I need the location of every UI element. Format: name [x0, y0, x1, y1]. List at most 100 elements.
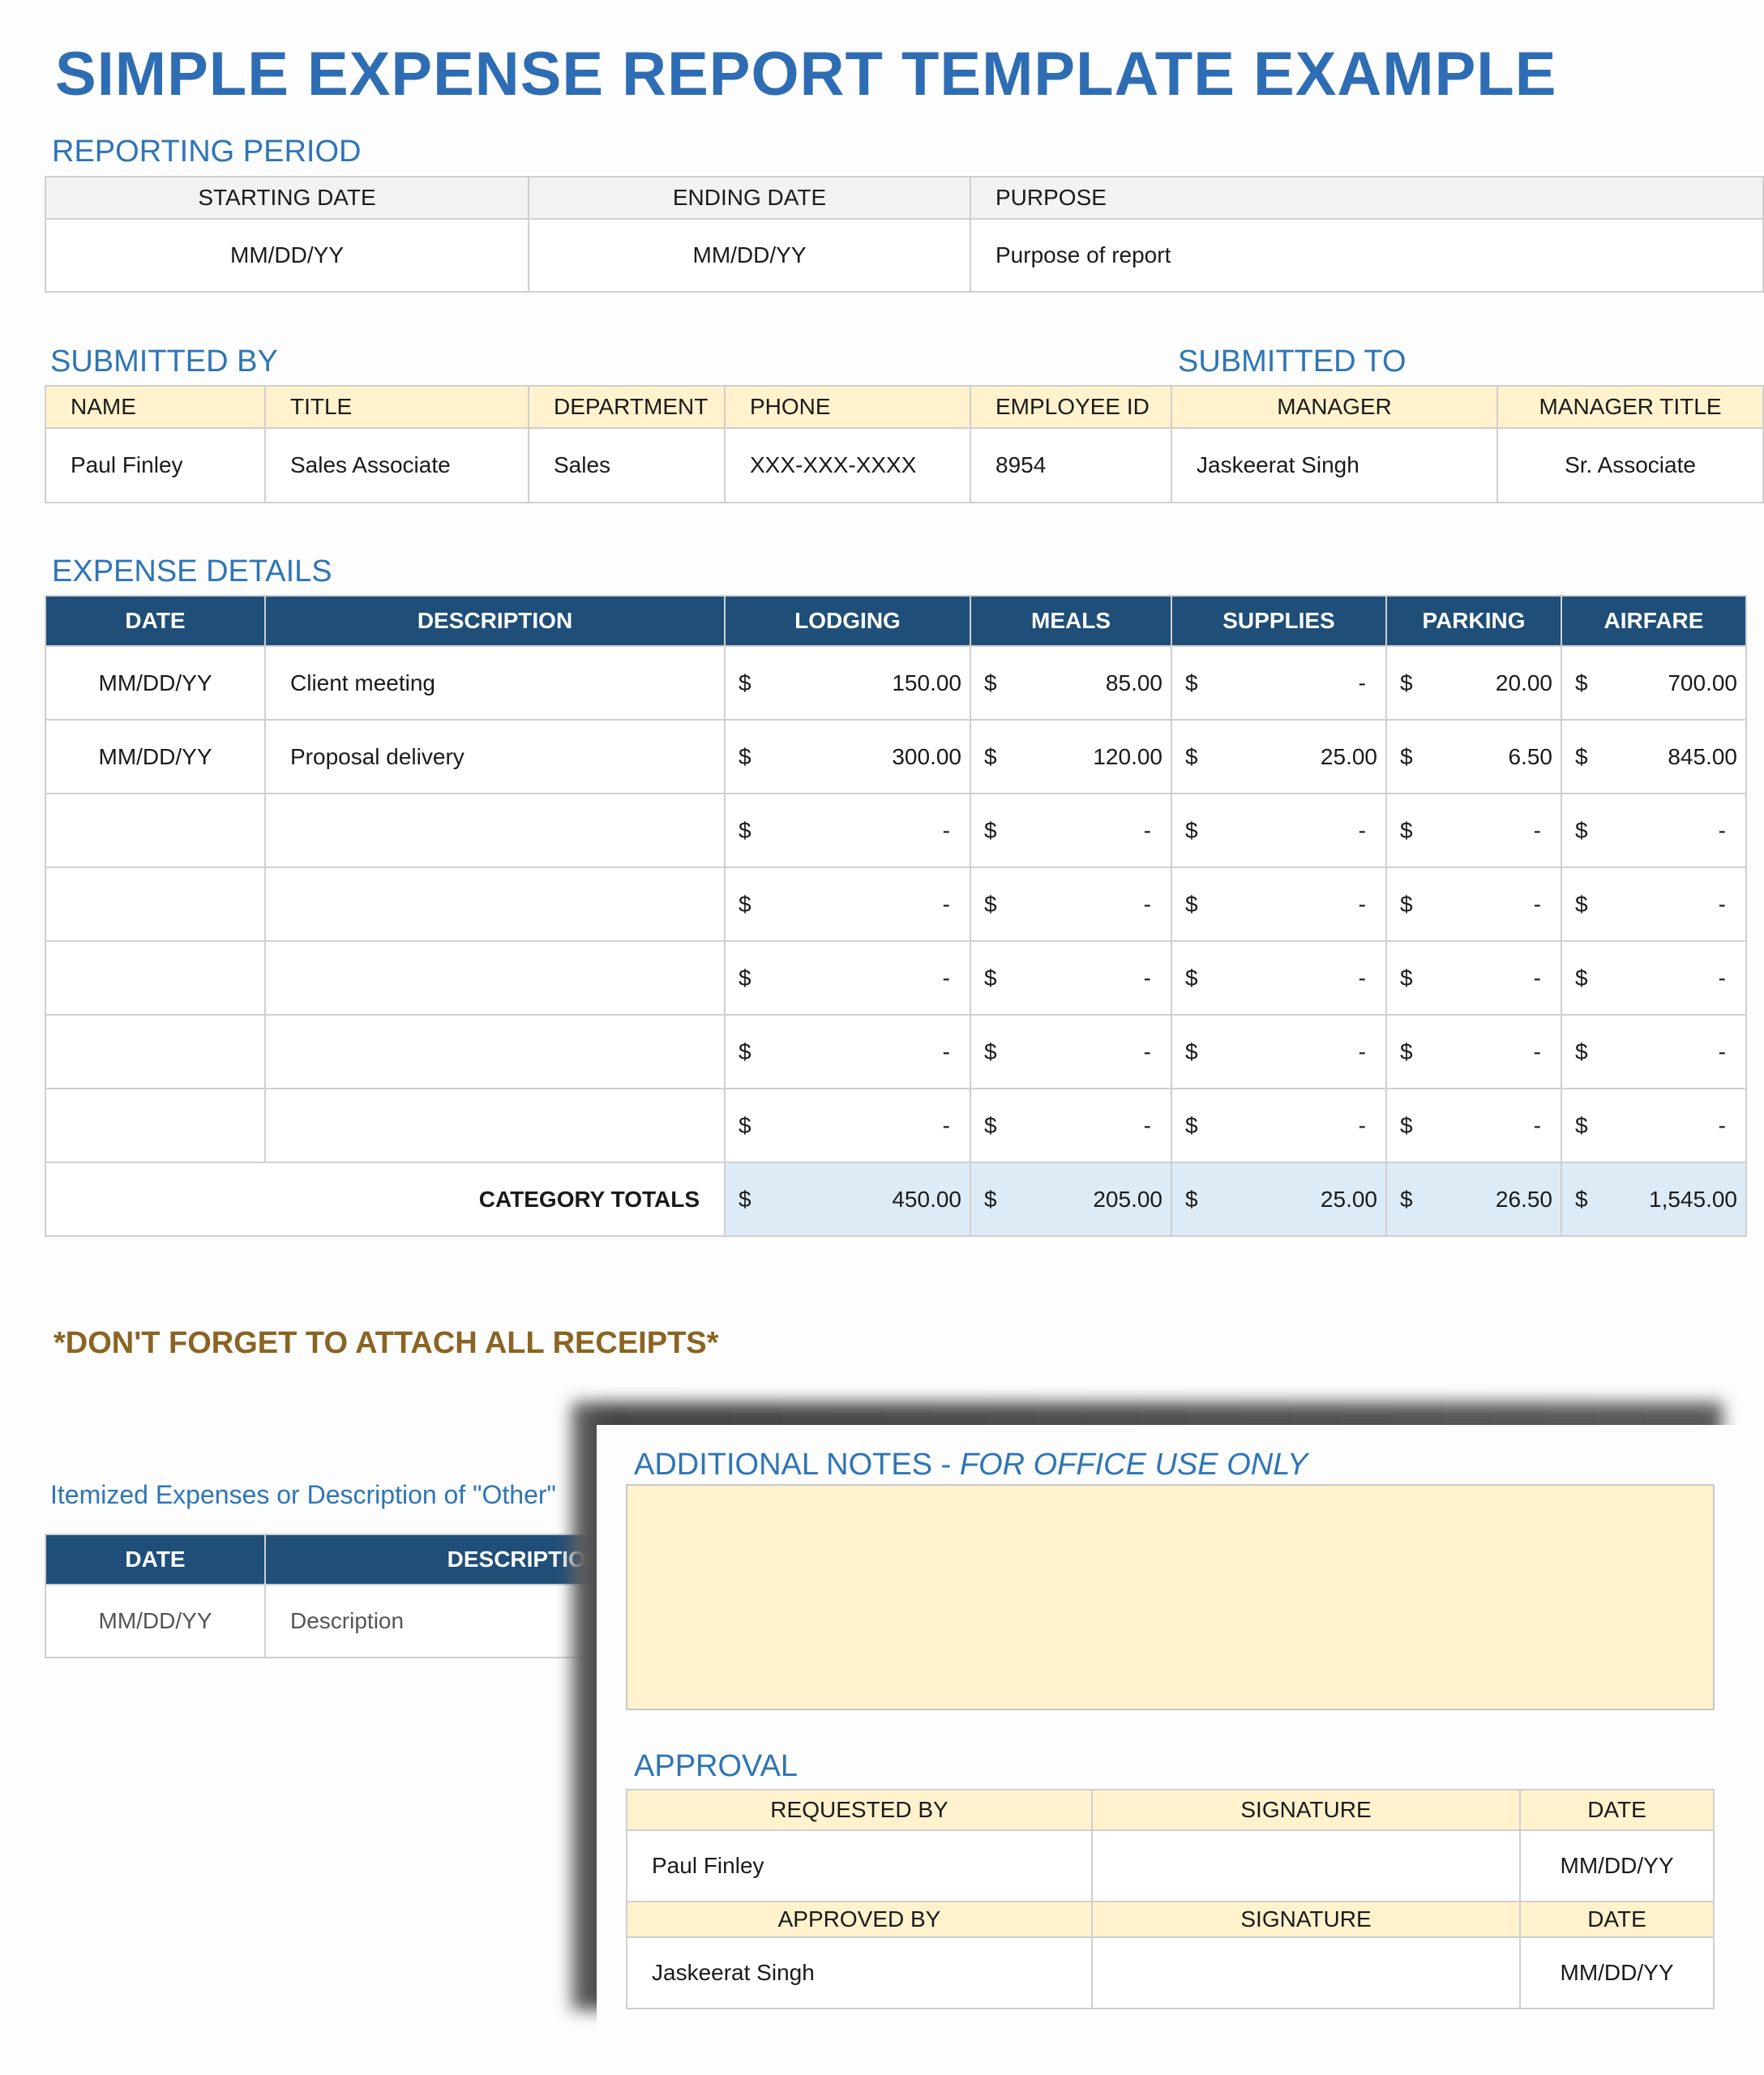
- amount-value: -: [1718, 891, 1726, 917]
- approved-signature-cell[interactable]: [1091, 1936, 1521, 2009]
- expense-date-cell[interactable]: MM/DD/YY: [45, 719, 266, 794]
- currency-symbol: $: [1575, 670, 1588, 695]
- parking-total-cell: $26.50: [1385, 1162, 1562, 1237]
- currency-symbol: $: [984, 1112, 997, 1138]
- supplies-amount-cell[interactable]: $ -: [1171, 866, 1387, 942]
- currency-symbol: $: [1185, 1186, 1198, 1212]
- approval-label: APPROVAL: [634, 1749, 799, 1783]
- approved-by-cell[interactable]: Jaskeerat Singh: [626, 1936, 1093, 2009]
- reporting-period-label: REPORTING PERIOD: [52, 135, 362, 169]
- currency-symbol: $: [984, 1186, 997, 1212]
- supplies-amount-cell[interactable]: $ -: [1171, 1088, 1387, 1163]
- ending-date-cell[interactable]: MM/DD/YY: [528, 218, 971, 293]
- meals-amount-cell[interactable]: $120.00: [970, 719, 1172, 794]
- manager-title-header: MANAGER TITLE: [1496, 385, 1764, 429]
- lodging-amount-cell[interactable]: $ -: [724, 1088, 971, 1163]
- expense-description-cell[interactable]: Proposal delivery: [264, 719, 726, 794]
- parking-amount-cell[interactable]: $ -: [1385, 1088, 1562, 1163]
- supplies-amount-cell[interactable]: $ -: [1171, 793, 1387, 868]
- lodging-amount-cell[interactable]: $ -: [724, 940, 971, 1016]
- amount-value: -: [1143, 965, 1151, 990]
- airfare-amount-cell[interactable]: $ -: [1561, 1014, 1747, 1089]
- amount: $25.00: [1173, 1186, 1385, 1213]
- airfare-amount-cell[interactable]: $ -: [1561, 866, 1747, 942]
- expense-date-cell[interactable]: MM/DD/YY: [45, 645, 266, 721]
- manager-title-cell[interactable]: Sr. Associate: [1496, 427, 1764, 503]
- lodging-amount-cell[interactable]: $150.00: [724, 645, 971, 721]
- currency-symbol: $: [1400, 1186, 1413, 1212]
- requested-date-cell[interactable]: MM/DD/YY: [1519, 1829, 1715, 1902]
- amount-value: -: [942, 891, 950, 917]
- requested-by-cell[interactable]: Paul Finley: [626, 1829, 1093, 1902]
- airfare-amount-cell[interactable]: $845.00: [1561, 719, 1747, 794]
- amount-value: -: [1718, 817, 1726, 843]
- expense-date-cell[interactable]: [45, 866, 266, 942]
- expense-description-cell[interactable]: Client meeting: [264, 645, 726, 721]
- meals-amount-cell[interactable]: $ -: [970, 1088, 1172, 1163]
- supplies-amount-cell[interactable]: $ -: [1171, 1014, 1387, 1089]
- currency-symbol: $: [1185, 817, 1198, 843]
- additional-notes-box[interactable]: [626, 1484, 1715, 1710]
- itemized-date-cell[interactable]: MM/DD/YY: [45, 1584, 266, 1658]
- expense-description-cell[interactable]: [264, 793, 726, 868]
- parking-amount-cell[interactable]: $ -: [1385, 866, 1562, 942]
- meals-amount-cell[interactable]: $ -: [970, 866, 1172, 942]
- supplies-amount-cell[interactable]: $ -: [1171, 645, 1387, 721]
- lodging-amount-cell[interactable]: $ -: [724, 1014, 971, 1089]
- meals-amount-cell[interactable]: $85.00: [970, 645, 1172, 721]
- expense-description-cell[interactable]: [264, 1088, 726, 1163]
- name-cell[interactable]: Paul Finley: [45, 427, 266, 503]
- airfare-amount-cell[interactable]: $ -: [1561, 1088, 1747, 1163]
- currency-symbol: $: [1400, 1038, 1413, 1064]
- expense-date-cell[interactable]: [45, 793, 266, 868]
- parking-amount-cell[interactable]: $ -: [1385, 940, 1562, 1016]
- expense-description-cell[interactable]: [264, 866, 726, 942]
- amount-value: -: [1533, 817, 1541, 843]
- date-header: DATE: [1519, 1901, 1715, 1938]
- parking-amount-cell[interactable]: $6.50: [1385, 719, 1562, 794]
- lodging-amount-cell[interactable]: $ -: [724, 866, 971, 942]
- expense-header-row: DATE DESCRIPTION LODGING MEALS SUPPLIES …: [45, 595, 1747, 647]
- approved-date-cell[interactable]: MM/DD/YY: [1519, 1936, 1715, 2009]
- amount: $845.00: [1563, 744, 1745, 770]
- amount-value: 25.00: [1320, 743, 1377, 769]
- currency-symbol: $: [1400, 1112, 1413, 1138]
- supplies-amount-cell[interactable]: $ -: [1171, 940, 1387, 1016]
- airfare-amount-cell[interactable]: $700.00: [1561, 645, 1747, 721]
- starting-date-cell[interactable]: MM/DD/YY: [45, 218, 529, 293]
- supplies-amount-cell[interactable]: $25.00: [1171, 719, 1387, 794]
- lodging-amount-cell[interactable]: $ -: [724, 793, 971, 868]
- requested-signature-cell[interactable]: [1091, 1829, 1521, 1902]
- manager-cell[interactable]: Jaskeerat Singh: [1171, 427, 1498, 503]
- lodging-amount-cell[interactable]: $300.00: [724, 719, 971, 794]
- department-cell[interactable]: Sales: [528, 427, 726, 503]
- expense-description-cell[interactable]: [264, 1014, 726, 1089]
- expense-row: $ - $ - $ - $ - $ -: [45, 1014, 1747, 1089]
- phone-cell[interactable]: XXX-XXX-XXXX: [724, 427, 971, 503]
- title-cell[interactable]: Sales Associate: [264, 427, 529, 503]
- amount-value: -: [1533, 1038, 1541, 1064]
- airfare-header: AIRFARE: [1561, 595, 1747, 647]
- currency-symbol: $: [1575, 891, 1588, 917]
- meals-amount-cell[interactable]: $ -: [970, 1014, 1172, 1089]
- expense-date-cell[interactable]: [45, 1014, 266, 1089]
- amount: $ -: [1173, 817, 1385, 844]
- parking-amount-cell[interactable]: $ -: [1385, 1014, 1562, 1089]
- meals-amount-cell[interactable]: $ -: [970, 793, 1172, 868]
- amount: $ -: [726, 965, 969, 991]
- employee-id-cell[interactable]: 8954: [970, 427, 1172, 503]
- amount-value: -: [1533, 1112, 1541, 1138]
- purpose-cell[interactable]: Purpose of report: [970, 218, 1764, 293]
- amount: $700.00: [1563, 670, 1745, 696]
- parking-amount-cell[interactable]: $ -: [1385, 793, 1562, 868]
- ending-date-header: ENDING DATE: [528, 176, 971, 220]
- airfare-amount-cell[interactable]: $ -: [1561, 940, 1747, 1016]
- amount-value: -: [1358, 965, 1366, 990]
- meals-amount-cell[interactable]: $ -: [970, 940, 1172, 1016]
- expense-date-cell[interactable]: [45, 1088, 266, 1163]
- expense-date-cell[interactable]: [45, 940, 266, 1016]
- airfare-amount-cell[interactable]: $ -: [1561, 793, 1747, 868]
- parking-amount-cell[interactable]: $20.00: [1385, 645, 1562, 721]
- expense-description-cell[interactable]: [264, 940, 726, 1016]
- amount: $ -: [1563, 1039, 1745, 1065]
